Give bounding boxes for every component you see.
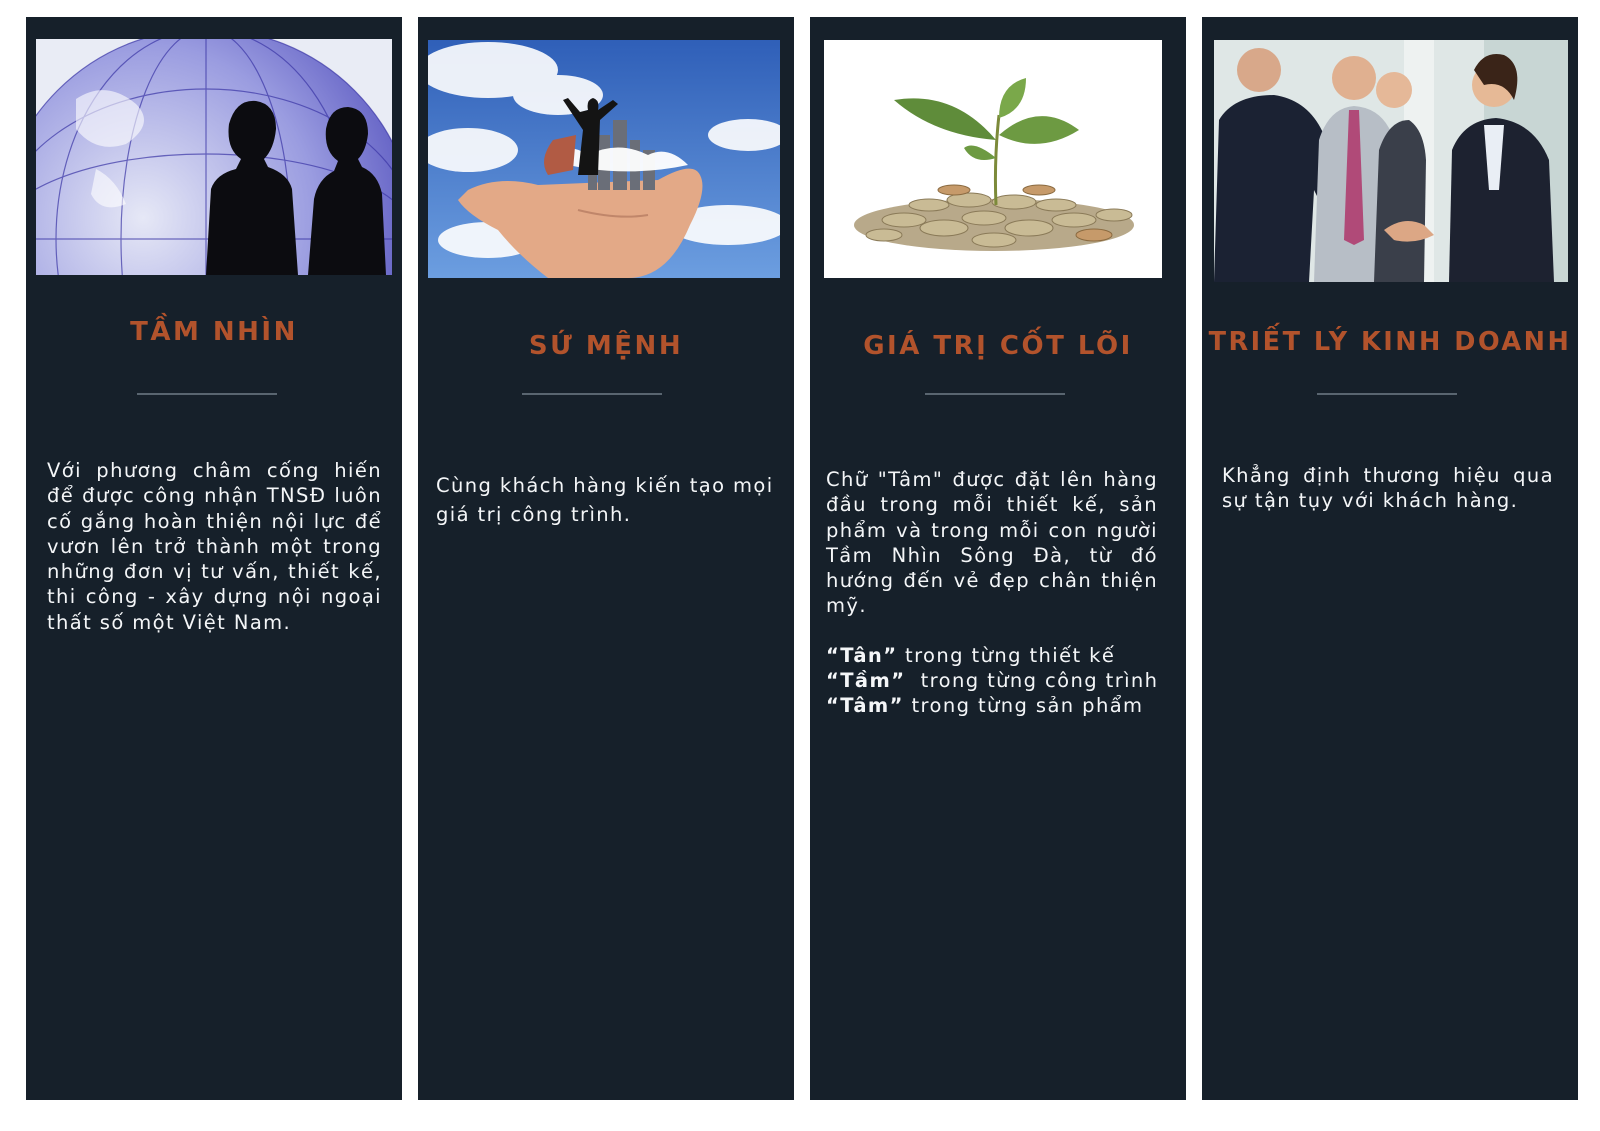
panel-tam-nhin: TẦM NHÌN Với phương châm cống hiến để đư… [26,17,402,1100]
panel-title: TẦM NHÌN [130,317,298,347]
panel-su-menh: SỨ MỆNH Cùng khách hàng kiến tạo mọi giá… [418,17,794,1100]
body-text: Cùng khách hàng kiến tạo mọi giá trị côn… [436,474,774,526]
body-text: Khẳng định thương hiệu qua sự tận tụy vớ… [1222,464,1554,513]
panel-body: Với phương châm cống hiến để được công n… [47,458,382,635]
panel-body: Chữ "Tâm" được đặt lên hàng đầu trong mỗ… [826,467,1158,719]
globe-businessmen-image [36,39,392,275]
panel-title: GIÁ TRỊ CỐT LÕI [863,331,1133,361]
tam-line: “Tầm” trong từng công trình [826,669,1159,693]
panel-body: Cùng khách hàng kiến tạo mọi giá trị côn… [436,471,776,529]
panel-triet-ly-kinh-doanh: TRIẾT LÝ KINH DOANH Khẳng định thương hi… [1202,17,1578,1100]
divider [1317,393,1457,395]
sprout-coins-image [824,40,1162,278]
tan-line: “Tân” trong từng thiết kế [826,643,1116,667]
hand-city-sky-image [428,40,780,278]
panel-title: TRIẾT LÝ KINH DOANH [1208,327,1572,357]
divider [522,393,662,395]
panel-gia-tri-cot-loi: GIÁ TRỊ CỐT LÕI Chữ "Tâm" được đặt lên h… [810,17,1186,1100]
panel-body: Khẳng định thương hiệu qua sự tận tụy vớ… [1222,463,1554,514]
divider [137,393,277,395]
divider [925,393,1065,395]
tam-heart-line: “Tâm” trong từng sản phẩm [826,694,1144,718]
business-handshake-image [1214,40,1568,282]
body-text: Chữ "Tâm" được đặt lên hàng đầu trong mỗ… [826,468,1158,618]
panel-title: SỨ MỆNH [528,331,684,361]
body-text: Với phương châm cống hiến để được công n… [47,459,382,634]
